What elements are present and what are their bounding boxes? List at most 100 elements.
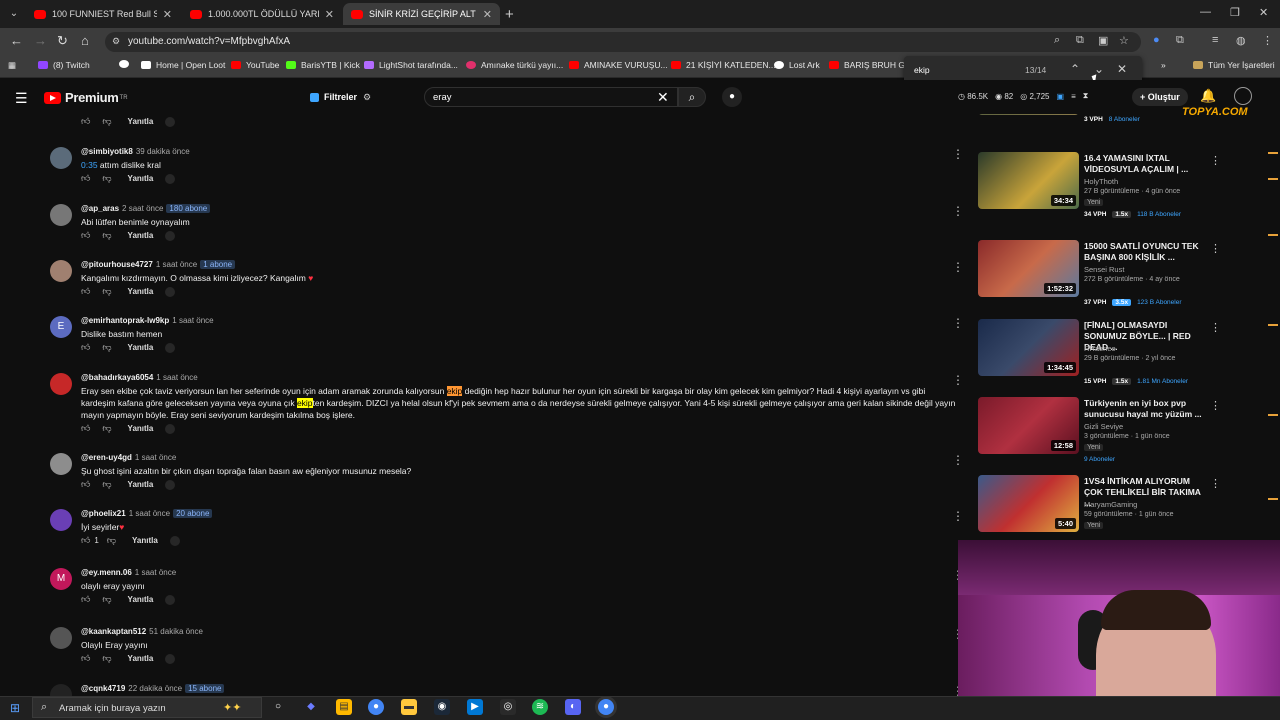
comment-time[interactable]: 22 dakika önce: [128, 684, 182, 693]
bookmark-lostark[interactable]: Lost Ark: [774, 60, 820, 70]
find-previous-icon[interactable]: ⌃: [1070, 62, 1080, 76]
minimize-icon[interactable]: —: [1200, 6, 1211, 18]
close-window-icon[interactable]: ✕: [1259, 6, 1268, 19]
extensions-icon[interactable]: ⧉: [1176, 34, 1184, 47]
bookmark-blank[interactable]: [119, 60, 134, 68]
like-icon[interactable]: 👍︎: [81, 535, 90, 546]
filters-button[interactable]: Filtreler ⚙: [310, 89, 371, 105]
like-icon[interactable]: 👍︎: [81, 653, 90, 664]
comment-time[interactable]: 39 dakika önce: [136, 147, 190, 156]
dislike-icon[interactable]: 👎︎: [102, 653, 111, 664]
dislike-icon[interactable]: 👎︎: [102, 423, 111, 434]
find-input[interactable]: ekip: [914, 65, 930, 75]
dislike-icon[interactable]: 👎︎: [102, 286, 111, 297]
bookmark-twitch[interactable]: (8) Twitch: [38, 60, 90, 70]
comment-author[interactable]: @ap_aras: [81, 204, 119, 213]
find-icon[interactable]: ▣: [1098, 34, 1108, 47]
comment-time[interactable]: 1 saat önce: [156, 260, 197, 269]
reply-extension-icon[interactable]: [165, 230, 176, 241]
zoom-icon[interactable]: ⌕: [1054, 34, 1060, 47]
comment-author[interactable]: @simbiyotik8: [81, 147, 133, 156]
channel-name[interactable]: HolyThoth: [1084, 177, 1118, 186]
video-menu-icon[interactable]: ⋮: [1210, 321, 1221, 334]
find-close-icon[interactable]: ✕: [1117, 62, 1127, 76]
home-icon[interactable]: ⌂: [81, 33, 89, 48]
reply-button[interactable]: Yanıtla: [128, 287, 154, 296]
tab-2[interactable]: 1.000.000TL ÖDÜLLÜ YARIŞMA ✕: [182, 3, 342, 25]
comment-avatar[interactable]: [50, 204, 72, 226]
bookmark-youtube-3[interactable]: 21 KİŞİYİ KATLEDEN...: [671, 60, 776, 70]
dislike-icon[interactable]: 👎︎: [102, 594, 111, 605]
dislike-icon[interactable]: 👎︎: [102, 230, 111, 241]
more-bookmarks-icon[interactable]: »: [1161, 60, 1166, 70]
video-menu-icon[interactable]: ⋮: [1210, 242, 1221, 255]
comment-avatar[interactable]: [50, 509, 72, 531]
reply-extension-icon[interactable]: [165, 342, 176, 353]
recommended-video[interactable]: 12:58 Türkiyenin en iyi box pvp sunucusu…: [978, 397, 1228, 475]
comment-author[interactable]: @bahadırkaya6054: [81, 373, 153, 382]
profile-icon[interactable]: ◍: [1236, 34, 1246, 47]
tab-search-icon[interactable]: ⌄: [6, 6, 22, 22]
new-tab-icon[interactable]: +: [505, 6, 514, 23]
taskbar-search[interactable]: ⌕ Aramak için buraya yazın ✦✦: [32, 697, 262, 718]
like-icon[interactable]: 👍︎: [81, 116, 90, 127]
back-icon[interactable]: ←: [10, 33, 23, 48]
reply-extension-icon[interactable]: [169, 535, 180, 546]
recommended-video[interactable]: 34:34 16.4 YAMASINI İXTAL VİDEOSUYLA AÇA…: [978, 152, 1228, 230]
comment-time[interactable]: 1 saat önce: [156, 373, 197, 382]
close-tab-icon[interactable]: ✕: [325, 8, 334, 21]
video-title[interactable]: 15000 SAATLİ OYUNCU TEK BAŞINA 800 KİŞİL…: [1084, 241, 1209, 263]
guide-menu-icon[interactable]: ☰: [15, 90, 28, 107]
spotify-icon[interactable]: ≋: [532, 699, 548, 715]
close-tab-icon[interactable]: ✕: [163, 8, 172, 21]
video-thumbnail[interactable]: 1:34:45: [978, 319, 1079, 376]
reply-extension-icon[interactable]: [165, 479, 176, 490]
video-thumbnail[interactable]: 12:58: [978, 397, 1079, 454]
bookmark-lightshot[interactable]: LightShot tarafında...: [364, 60, 458, 70]
video-thumbnail[interactable]: 5:40: [978, 475, 1079, 532]
comment-author[interactable]: @eren-uy4gd: [81, 453, 132, 462]
app-icon[interactable]: ◆: [303, 699, 319, 715]
clear-search-icon[interactable]: ✕: [657, 89, 669, 106]
reply-extension-icon[interactable]: [165, 116, 176, 127]
extension-icon[interactable]: ▣: [1057, 92, 1065, 101]
comment-author[interactable]: @kaankaptan512: [81, 627, 146, 636]
avatar[interactable]: [1234, 87, 1252, 105]
maximize-icon[interactable]: ❐: [1230, 6, 1240, 19]
dislike-icon[interactable]: 👎︎: [102, 116, 111, 127]
app-icon-2[interactable]: ▤: [336, 699, 352, 715]
comment-time[interactable]: 1 saat önce: [135, 453, 176, 462]
reply-button[interactable]: Yanıtla: [128, 343, 154, 352]
reply-extension-icon[interactable]: [165, 286, 176, 297]
video-menu-icon[interactable]: ⋮: [1210, 154, 1221, 167]
bookmark-kick[interactable]: BarisYTB | Kick: [286, 60, 360, 70]
voice-search-icon[interactable]: ●: [722, 87, 742, 107]
apps-icon[interactable]: ▦: [8, 60, 16, 71]
dislike-icon[interactable]: 👎︎: [102, 173, 111, 184]
all-bookmarks[interactable]: Tüm Yer İşaretleri: [1193, 60, 1275, 70]
bookmark-youtube[interactable]: YouTube: [231, 60, 279, 70]
reply-button[interactable]: Yanıtla: [128, 654, 154, 663]
chrome-active-icon[interactable]: ●: [598, 699, 614, 715]
like-icon[interactable]: 👍︎: [81, 479, 90, 490]
dislike-icon[interactable]: 👎︎: [102, 479, 111, 490]
channel-name[interactable]: Sensei Rust: [1084, 265, 1124, 274]
install-icon[interactable]: ⧉: [1076, 34, 1084, 47]
channel-name[interactable]: Gizli Seviye: [1084, 422, 1123, 431]
file-explorer-icon[interactable]: ▬: [401, 699, 417, 715]
like-icon[interactable]: 👍︎: [81, 594, 90, 605]
comment-author[interactable]: @ey.menn.06: [81, 568, 132, 577]
reply-extension-icon[interactable]: [165, 423, 176, 434]
youtube-premium-logo[interactable]: Premium TR: [44, 90, 128, 105]
comment-author[interactable]: @cqnk4719: [81, 684, 125, 693]
url-text[interactable]: youtube.com/watch?v=MfpbvghAfxA: [128, 36, 290, 47]
channel-name[interactable]: RRaenee: [1084, 344, 1116, 353]
reply-button[interactable]: Yanıtla: [128, 424, 154, 433]
comment-time[interactable]: 51 dakika önce: [149, 627, 203, 636]
create-button[interactable]: + Oluştur: [1132, 88, 1188, 106]
bookmark-youtube-2[interactable]: AMINAKE VURUŞU...: [569, 60, 668, 70]
bookmark-star-icon[interactable]: ☆: [1119, 34, 1129, 47]
comment-author[interactable]: @emirhantoprak-lw9kp: [81, 316, 169, 325]
recommended-video[interactable]: 1:34:45 [FİNAL] OLMASAYDI SONUMUZ BÖYLE.…: [978, 319, 1228, 397]
reply-button[interactable]: Yanıtla: [128, 595, 154, 604]
